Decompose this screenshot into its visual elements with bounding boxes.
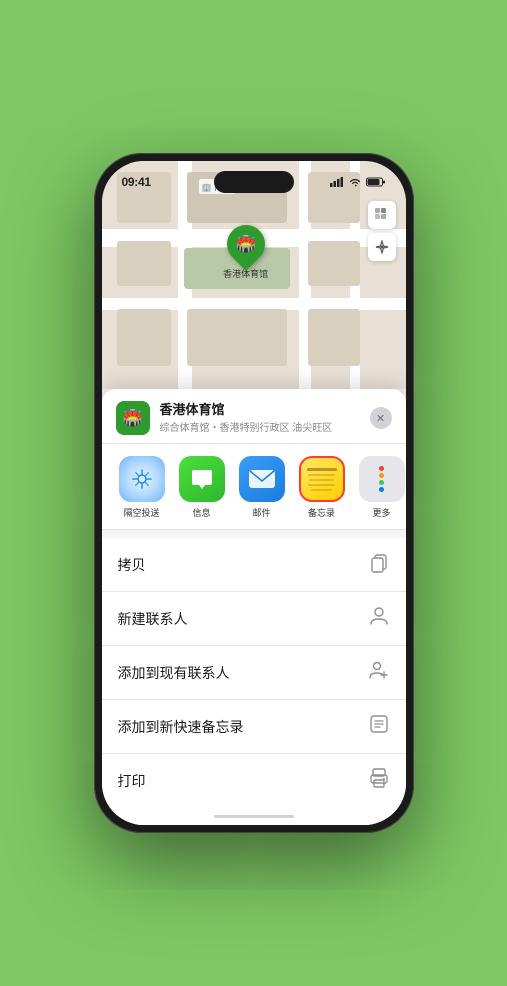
dynamic-island bbox=[214, 171, 294, 193]
more-label: 更多 bbox=[372, 506, 390, 519]
location-button[interactable] bbox=[368, 233, 396, 261]
mail-icon bbox=[239, 456, 285, 502]
action-add-existing[interactable]: 添加到现有联系人 bbox=[102, 646, 406, 700]
phone-screen: 09:41 bbox=[102, 161, 406, 825]
action-copy[interactable]: 拷贝 bbox=[102, 538, 406, 592]
venue-name: 香港体育馆 bbox=[160, 402, 370, 419]
action-print[interactable]: 打印 bbox=[102, 754, 406, 807]
copy-label: 拷贝 bbox=[118, 555, 146, 575]
messages-icon bbox=[179, 456, 225, 502]
mail-label: 邮件 bbox=[252, 506, 270, 519]
sheet-header: 🏟️ 香港体育馆 综合体育馆・香港特别行政区 油尖旺区 ✕ bbox=[102, 389, 406, 444]
phone-frame: 09:41 bbox=[94, 153, 414, 833]
new-contact-label: 新建联系人 bbox=[118, 609, 188, 629]
venue-icon: 🏟️ bbox=[116, 401, 150, 435]
app-item-messages[interactable]: 信息 bbox=[172, 456, 232, 519]
print-icon bbox=[368, 767, 390, 794]
app-item-notes[interactable]: 备忘录 bbox=[292, 456, 352, 519]
battery-icon bbox=[366, 177, 386, 187]
action-quick-note[interactable]: 添加到新快速备忘录 bbox=[102, 700, 406, 754]
messages-label: 信息 bbox=[192, 506, 210, 519]
venue-address: 综合体育馆・香港特别行政区 油尖旺区 bbox=[160, 419, 370, 434]
status-time: 09:41 bbox=[122, 175, 151, 189]
home-bar bbox=[214, 815, 294, 818]
app-item-more[interactable]: 更多 bbox=[352, 456, 406, 519]
airdrop-label: 隔空投送 bbox=[123, 506, 159, 519]
wifi-icon bbox=[348, 177, 362, 187]
map-type-button[interactable] bbox=[368, 201, 396, 229]
bottom-sheet: 🏟️ 香港体育馆 综合体育馆・香港特别行政区 油尖旺区 ✕ bbox=[102, 389, 406, 825]
add-existing-label: 添加到现有联系人 bbox=[118, 663, 230, 683]
status-icons bbox=[330, 177, 386, 187]
venue-info: 香港体育馆 综合体育馆・香港特别行政区 油尖旺区 bbox=[160, 402, 370, 435]
action-new-contact[interactable]: 新建联系人 bbox=[102, 592, 406, 646]
more-icon bbox=[359, 456, 405, 502]
copy-icon bbox=[368, 551, 390, 578]
home-indicator bbox=[102, 807, 406, 825]
quick-note-label: 添加到新快速备忘录 bbox=[118, 717, 244, 737]
app-item-mail[interactable]: 邮件 bbox=[232, 456, 292, 519]
map-controls bbox=[368, 201, 396, 265]
apps-row: 隔空投送 信息 bbox=[102, 444, 406, 530]
map-area: 🏢 南口 bbox=[102, 161, 406, 389]
app-item-airdrop[interactable]: 隔空投送 bbox=[112, 456, 172, 519]
location-pin: 🏟️ 香港体育馆 bbox=[223, 225, 268, 280]
signal-icon bbox=[330, 177, 344, 187]
person-add-icon bbox=[368, 659, 390, 686]
airdrop-icon bbox=[119, 456, 165, 502]
action-list: 拷贝 新建联系人 bbox=[102, 538, 406, 807]
person-icon bbox=[368, 605, 390, 632]
notes-icon bbox=[299, 456, 345, 502]
print-label: 打印 bbox=[118, 771, 146, 791]
close-button[interactable]: ✕ bbox=[370, 407, 392, 429]
notes-label: 备忘录 bbox=[308, 506, 335, 519]
note-icon bbox=[368, 713, 390, 740]
